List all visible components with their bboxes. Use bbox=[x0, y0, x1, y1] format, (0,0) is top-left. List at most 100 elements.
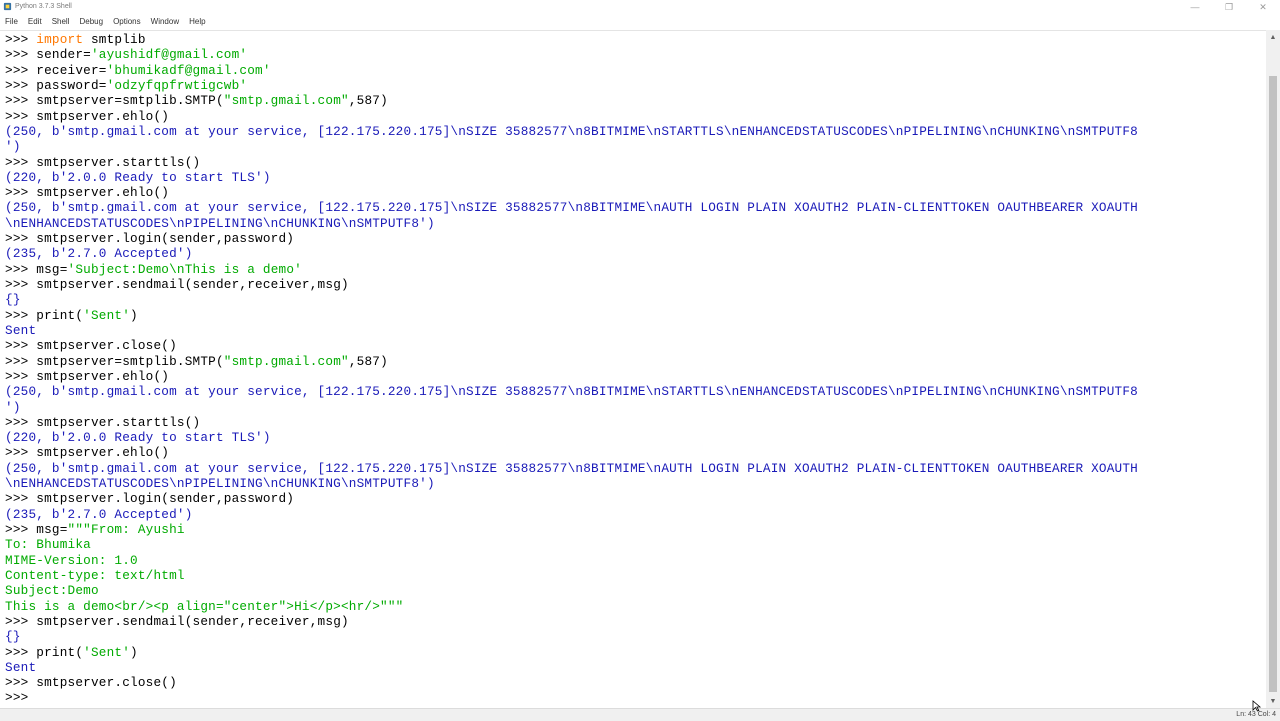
shell-text: 'Sent' bbox=[83, 644, 131, 660]
shell-text: smtpserver.ehlo() bbox=[36, 445, 170, 461]
shell-text: ) bbox=[130, 644, 138, 660]
shell-prompt: >>> bbox=[5, 32, 37, 47]
shell-text: msg= bbox=[36, 261, 68, 277]
shell-text: Sent bbox=[5, 659, 37, 675]
shell-text: smtpserver.ehlo() bbox=[36, 185, 170, 201]
shell-line: Sent bbox=[5, 660, 1138, 675]
shell-text: smtpserver=smtplib.SMTP( bbox=[36, 353, 224, 369]
menu-file[interactable]: File bbox=[0, 14, 23, 29]
shell-line: >>> smtpserver=smtplib.SMTP("smtp.gmail.… bbox=[5, 93, 1138, 108]
shell-prompt: >>> bbox=[5, 613, 37, 629]
shell-text: (250, b'smtp.gmail.com at your service, … bbox=[5, 384, 1138, 400]
scrollbar-thumb[interactable] bbox=[1269, 76, 1277, 692]
shell-prompt: >>> bbox=[5, 47, 37, 63]
shell-line: >>> smtpserver.ehlo() bbox=[5, 109, 1138, 124]
shell-line: >>> smtpserver.starttls() bbox=[5, 155, 1138, 170]
menu-help[interactable]: Help bbox=[184, 14, 210, 29]
close-button[interactable]: ✕ bbox=[1246, 0, 1280, 14]
shell-line: >>> smtpserver.login(sender,password) bbox=[5, 491, 1138, 506]
scroll-down-icon[interactable]: ▼ bbox=[1266, 694, 1280, 708]
shell-text: (250, b'smtp.gmail.com at your service, … bbox=[5, 460, 1138, 476]
shell-text: MIME-Version: 1.0 bbox=[5, 552, 138, 568]
shell-text: smtpserver.login(sender,password) bbox=[36, 491, 295, 507]
mouse-pointer-icon bbox=[1252, 700, 1262, 712]
shell-line: >>> smtpserver.sendmail(sender,receiver,… bbox=[5, 277, 1138, 292]
shell-text: (250, b'smtp.gmail.com at your service, … bbox=[5, 123, 1138, 139]
window-controls: — ❐ ✕ bbox=[1178, 0, 1280, 14]
shell-line: {} bbox=[5, 629, 1138, 644]
status-bar: Ln: 43 Col: 4 bbox=[0, 708, 1280, 721]
menu-options[interactable]: Options bbox=[108, 14, 146, 29]
shell-line: This is a demo<br/><p align="center">Hi<… bbox=[5, 599, 1138, 614]
shell-line: (235, b'2.7.0 Accepted') bbox=[5, 246, 1138, 261]
shell-text: receiver= bbox=[36, 62, 107, 78]
shell-text: Subject:Demo bbox=[5, 583, 99, 599]
menu-debug[interactable]: Debug bbox=[74, 14, 108, 29]
shell-text: smtpserver.ehlo() bbox=[36, 108, 170, 124]
menu-bar: File Edit Shell Debug Options Window Hel… bbox=[0, 14, 1280, 29]
menu-edit[interactable]: Edit bbox=[23, 14, 47, 29]
shell-text: password= bbox=[36, 77, 107, 93]
shell-text: \nENHANCEDSTATUSCODES\nPIPELINING\nCHUNK… bbox=[5, 215, 435, 231]
shell-text: (250, b'smtp.gmail.com at your service, … bbox=[5, 200, 1138, 216]
shell-prompt: >>> bbox=[5, 93, 37, 109]
shell-line: >>> smtpserver.login(sender,password) bbox=[5, 231, 1138, 246]
shell-text: ) bbox=[130, 307, 138, 323]
shell-text: """From: Ayushi bbox=[67, 522, 185, 537]
shell-text: \nENHANCEDSTATUSCODES\nPIPELINING\nCHUNK… bbox=[5, 476, 435, 492]
shell-text: {} bbox=[5, 292, 21, 308]
menu-window[interactable]: Window bbox=[146, 14, 184, 29]
shell-text: {} bbox=[5, 629, 21, 645]
shell-text: ,587) bbox=[348, 353, 388, 369]
shell-text: smtpserver.login(sender,password) bbox=[36, 231, 295, 247]
shell-text: smtpserver.sendmail(sender,receiver,msg) bbox=[36, 277, 349, 292]
shell-line: (235, b'2.7.0 Accepted') bbox=[5, 507, 1138, 522]
shell-text: print( bbox=[36, 644, 84, 660]
shell-prompt: >>> bbox=[5, 353, 37, 369]
shell-text: 'Subject:Demo\nThis is a demo' bbox=[67, 261, 302, 277]
shell-line: >>> smtpserver.close() bbox=[5, 338, 1138, 353]
shell-text-area[interactable]: >>> import smtplib >>> sender='ayushidf@g… bbox=[0, 30, 1266, 709]
shell-text: smtpserver.starttls() bbox=[36, 154, 201, 170]
shell-prompt: >>> bbox=[5, 108, 37, 124]
shell-text: smtpserver.ehlo() bbox=[36, 368, 170, 384]
shell-text: 'Sent' bbox=[83, 307, 131, 323]
shell-line: {} bbox=[5, 292, 1138, 307]
shell-text: smtplib bbox=[83, 32, 146, 47]
shell-text: smtpserver.starttls() bbox=[36, 414, 201, 430]
shell-line: >>> smtpserver.sendmail(sender,receiver,… bbox=[5, 614, 1138, 629]
horizontal-scrollbar[interactable] bbox=[0, 709, 1240, 720]
shell-line: >>> smtpserver.ehlo() bbox=[5, 445, 1138, 460]
shell-line: >>> msg="""From: Ayushi bbox=[5, 522, 1138, 537]
shell-line: >>> password='odzyfqpfrwtigcwb' bbox=[5, 78, 1138, 93]
shell-line: >>> smtpserver.ehlo() bbox=[5, 185, 1138, 200]
menu-shell[interactable]: Shell bbox=[47, 14, 75, 29]
shell-line: (250, b'smtp.gmail.com at your service, … bbox=[5, 461, 1138, 476]
shell-line: (250, b'smtp.gmail.com at your service, … bbox=[5, 200, 1138, 215]
shell-line: >>> smtpserver=smtplib.SMTP("smtp.gmail.… bbox=[5, 354, 1138, 369]
maximize-button[interactable]: ❐ bbox=[1212, 0, 1246, 14]
shell-line: >>> print('Sent') bbox=[5, 645, 1138, 660]
shell-line: Subject:Demo bbox=[5, 583, 1138, 598]
shell-prompt: >>> bbox=[5, 261, 37, 277]
shell-prompt: >>> bbox=[5, 154, 37, 170]
minimize-button[interactable]: — bbox=[1178, 0, 1212, 14]
shell-line: (220, b'2.0.0 Ready to start TLS') bbox=[5, 430, 1138, 445]
shell-prompt: >>> bbox=[5, 445, 37, 461]
shell-line: >>> bbox=[5, 690, 1138, 705]
shell-line: >>> smtpserver.starttls() bbox=[5, 415, 1138, 430]
vertical-scrollbar[interactable]: ▲ ▼ bbox=[1266, 30, 1280, 708]
shell-line: Sent bbox=[5, 323, 1138, 338]
shell-line: (220, b'2.0.0 Ready to start TLS') bbox=[5, 170, 1138, 185]
shell-text: msg= bbox=[36, 522, 68, 537]
shell-text: ') bbox=[5, 399, 21, 415]
scroll-up-icon[interactable]: ▲ bbox=[1266, 30, 1280, 44]
shell-prompt: >>> bbox=[5, 231, 37, 247]
shell-text: (235, b'2.7.0 Accepted') bbox=[5, 506, 193, 522]
shell-line: ') bbox=[5, 139, 1138, 154]
shell-line: >>> smtpserver.ehlo() bbox=[5, 369, 1138, 384]
shell-prompt: >>> bbox=[5, 491, 37, 507]
shell-output: >>> import smtplib >>> sender='ayushidf@g… bbox=[5, 32, 1138, 706]
shell-line: Content-type: text/html bbox=[5, 568, 1138, 583]
window-title: Python 3.7.3 Shell bbox=[15, 3, 72, 10]
